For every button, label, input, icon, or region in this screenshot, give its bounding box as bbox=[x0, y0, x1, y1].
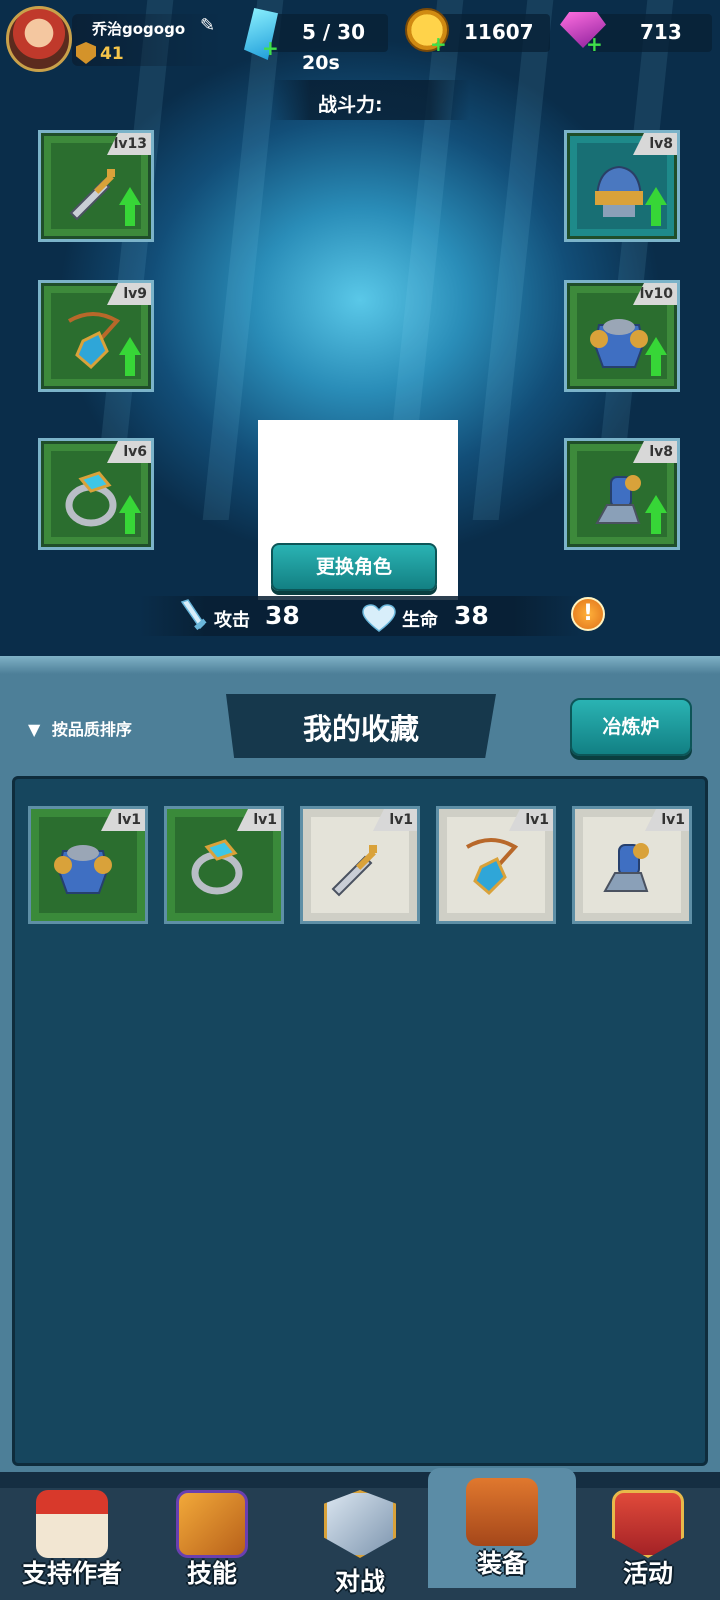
equip-slot-weapon[interactable]: lv13 bbox=[38, 130, 154, 242]
nav-equipment[interactable]: 装备 bbox=[428, 1468, 576, 1588]
collection-title: 我的收藏 bbox=[302, 712, 419, 746]
smelting-furnace-button[interactable]: 冶炼炉 bbox=[570, 698, 692, 756]
player-level: 41 bbox=[100, 44, 124, 64]
star-shield-icon bbox=[612, 1490, 684, 1558]
item-level: lv1 bbox=[509, 809, 553, 831]
add-gems-icon[interactable]: + bbox=[586, 32, 603, 56]
sword-icon bbox=[331, 845, 377, 897]
upgrade-arrow-icon bbox=[119, 337, 141, 377]
slot-level: lv8 bbox=[633, 133, 677, 155]
amulet-icon bbox=[67, 312, 121, 370]
upgrade-arrow-icon bbox=[119, 187, 141, 227]
health-label: 生命 bbox=[402, 610, 438, 631]
health-value: 38 bbox=[454, 601, 489, 630]
nav-label: 对战 bbox=[334, 1567, 385, 1596]
item-level: lv1 bbox=[101, 809, 145, 831]
equip-slot-helmet[interactable]: lv8 bbox=[564, 130, 680, 242]
ring-icon bbox=[65, 471, 117, 527]
player-avatar[interactable] bbox=[6, 6, 72, 72]
add-energy-icon[interactable]: + bbox=[262, 36, 279, 60]
dropdown-triangle-icon: ▼ bbox=[28, 720, 41, 739]
inventory-item[interactable]: lv1 bbox=[28, 806, 148, 924]
boots-icon bbox=[603, 843, 649, 892]
armor-icon bbox=[590, 319, 648, 368]
helmet-icon bbox=[595, 165, 643, 217]
crossed-swords-icon bbox=[324, 1490, 396, 1558]
nav-skills[interactable]: 技能 bbox=[142, 1480, 282, 1600]
nav-label: 支持作者 bbox=[21, 1559, 122, 1588]
item-level: lv1 bbox=[645, 809, 689, 831]
upgrade-arrow-icon bbox=[119, 495, 141, 535]
player-name: 乔治gogogo bbox=[92, 20, 186, 38]
backpack-icon bbox=[466, 1478, 538, 1546]
panel-edge bbox=[0, 656, 720, 674]
slot-level: lv6 bbox=[107, 441, 151, 463]
combat-power-label: 战斗力: bbox=[318, 94, 383, 116]
nav-label: 活动 bbox=[622, 1559, 673, 1588]
armor-icon bbox=[54, 845, 112, 894]
boots-icon bbox=[595, 475, 641, 524]
nav-battle[interactable]: 对战 bbox=[290, 1480, 430, 1600]
equip-slot-boots[interactable]: lv8 bbox=[564, 438, 680, 550]
slot-level: lv8 bbox=[633, 441, 677, 463]
sort-by-quality-button[interactable]: ▼ 按品质排序 bbox=[28, 716, 132, 740]
warning-icon[interactable]: ! bbox=[571, 597, 605, 631]
gem-count: 713 bbox=[640, 20, 682, 44]
inventory-item[interactable]: lv1 bbox=[164, 806, 284, 924]
shop-icon bbox=[36, 1490, 108, 1558]
sword-icon bbox=[69, 169, 115, 221]
inventory-item[interactable]: lv1 bbox=[436, 806, 556, 924]
edit-name-icon[interactable]: ✎ bbox=[200, 15, 215, 36]
equip-slot-armor[interactable]: lv10 bbox=[564, 280, 680, 392]
energy-timer: 20s bbox=[302, 52, 340, 74]
change-character-button[interactable]: 更换角色 bbox=[271, 543, 437, 591]
sort-label: 按品质排序 bbox=[51, 720, 132, 739]
amulet-icon bbox=[465, 838, 519, 896]
equip-slot-ring[interactable]: lv6 bbox=[38, 438, 154, 550]
upgrade-arrow-icon bbox=[645, 495, 667, 535]
item-level: lv1 bbox=[373, 809, 417, 831]
nav-support-author[interactable]: 支持作者 bbox=[2, 1480, 142, 1600]
nav-label: 装备 bbox=[476, 1549, 527, 1578]
nav-label: 技能 bbox=[186, 1559, 237, 1588]
item-level: lv1 bbox=[237, 809, 281, 831]
slot-level: lv13 bbox=[107, 133, 151, 155]
inventory-item[interactable]: lv1 bbox=[300, 806, 420, 924]
coin-count: 11607 bbox=[464, 20, 534, 44]
nav-events[interactable]: 活动 bbox=[578, 1480, 718, 1600]
slot-level: lv10 bbox=[633, 283, 677, 305]
add-coins-icon[interactable]: + bbox=[430, 32, 447, 56]
attack-sword-icon bbox=[180, 599, 207, 631]
attack-label: 攻击 bbox=[214, 610, 250, 631]
attack-value: 38 bbox=[265, 601, 300, 630]
health-heart-icon bbox=[362, 604, 396, 632]
skill-book-icon bbox=[176, 1490, 248, 1558]
ring-icon bbox=[191, 839, 243, 895]
energy-count: 5 / 30 bbox=[302, 20, 365, 44]
upgrade-arrow-icon bbox=[645, 337, 667, 377]
equip-slot-amulet[interactable]: lv9 bbox=[38, 280, 154, 392]
slot-level: lv9 bbox=[107, 283, 151, 305]
upgrade-arrow-icon bbox=[645, 187, 667, 227]
inventory-item[interactable]: lv1 bbox=[572, 806, 692, 924]
